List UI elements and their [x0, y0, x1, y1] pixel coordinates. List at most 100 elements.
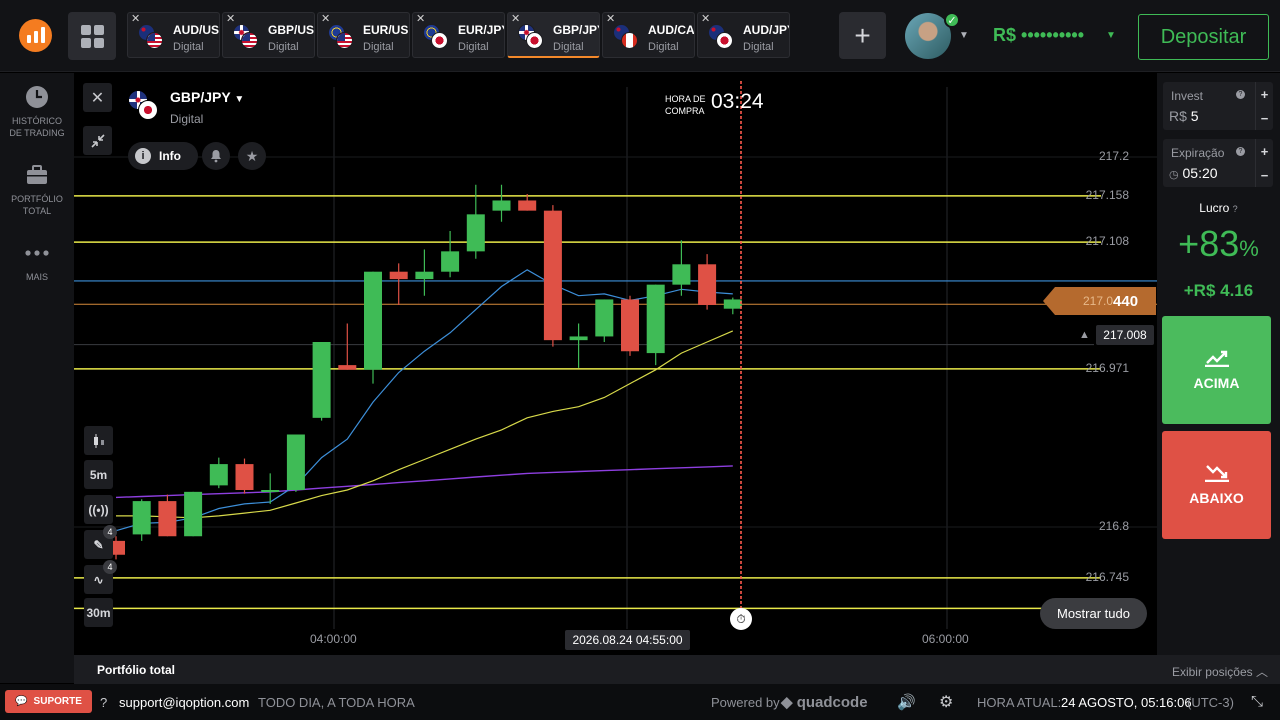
fullscreen-icon[interactable]: ⤡ [1251, 693, 1263, 710]
alert-bell-icon[interactable]: ▲ [1079, 329, 1090, 341]
chat-icon: 💬 [15, 696, 28, 707]
price-axis-label: 217.158 [1085, 187, 1129, 202]
more-icon [25, 241, 49, 265]
timeframe-button[interactable]: 5m [84, 460, 113, 489]
timezone-label: (UTC-3) [1187, 695, 1234, 710]
price-axis-label: 216.8 [1098, 519, 1129, 533]
support-label: SUPORTE [33, 696, 82, 707]
tab-asset-type: Digital [458, 41, 489, 53]
favorite-button[interactable]: ★ [238, 142, 266, 170]
support-email-link[interactable]: support@iqoption.com [119, 695, 249, 710]
expiration-label: Expiração [1171, 146, 1225, 160]
asset-type: Digital [170, 112, 204, 126]
alert-bell-button[interactable] [202, 142, 230, 170]
show-positions-link[interactable]: Exibir posições ︿ [1172, 663, 1268, 680]
sidebar-item-more[interactable]: MAIS [0, 241, 74, 283]
balance-chevron-down-icon[interactable]: ▼ [1106, 30, 1116, 41]
trade-panel: Invest ? R$ 5 + − Expiração ? ◷ 05:20 + … [1157, 73, 1280, 683]
help-icon[interactable]: ? [1233, 204, 1238, 214]
call-up-button[interactable]: ACIMA [1162, 316, 1271, 424]
expiration-input[interactable]: ◷ 05:20 [1169, 165, 1218, 181]
settings-gear-icon[interactable]: ⚙ [939, 692, 953, 712]
expiration-timer-icon[interactable]: ⏱ [730, 608, 752, 630]
sidebar-item-total-portfolio[interactable]: PORTFÓLIO TOTAL [0, 163, 74, 217]
candle-body [543, 210, 562, 341]
help-icon: ? [100, 695, 108, 710]
help-icon[interactable]: ? [1236, 147, 1245, 156]
moving-average-slow [116, 330, 734, 519]
tab-asset-type: Digital [268, 41, 299, 53]
currency-flags-icon [708, 24, 734, 50]
invest-decrease-button[interactable]: − [1255, 106, 1273, 130]
candle-body [595, 299, 614, 337]
bell-icon [211, 150, 221, 163]
chevron-down-icon[interactable]: ▼ [959, 30, 969, 41]
candle-body [209, 464, 228, 486]
info-button[interactable]: i Info [128, 142, 198, 170]
candle-body [698, 264, 717, 305]
add-tab-button[interactable]: + [839, 12, 886, 59]
broadcast-icon: ((•)) [88, 502, 109, 517]
asset-name: GBP/JPY [170, 89, 231, 105]
currency-flags-icon [613, 24, 639, 50]
deposit-button[interactable]: Depositar [1138, 14, 1269, 60]
candle-body [569, 336, 588, 341]
candle-body [235, 464, 254, 490]
invest-field[interactable]: Invest ? R$ 5 + − [1163, 82, 1273, 130]
portfolio-bar[interactable]: Portfólio total Exibir posições ︿ [74, 655, 1280, 684]
indicator-count-badge: 4 [103, 560, 117, 574]
sidebar-item-trading-history[interactable]: HISTÓRICO DE TRADING [0, 85, 74, 139]
put-down-button[interactable]: ABAIXO [1162, 431, 1271, 539]
asset-tab[interactable]: ✕ GBP/JPY Digital [507, 12, 600, 58]
asset-tab[interactable]: ✕EUR/USDDigital [317, 12, 410, 58]
clock-icon [25, 85, 49, 109]
sidebar-item-label: HISTÓRICO [11, 116, 62, 126]
sidebar-item-label: MAIS [25, 272, 48, 282]
tab-asset-name: GBP/USD [268, 23, 315, 37]
chart-interval-button[interactable]: 30m [84, 598, 113, 627]
expiration-increase-button[interactable]: + [1255, 139, 1273, 163]
apps-grid-button[interactable] [68, 12, 116, 60]
invest-increase-button[interactable]: + [1255, 82, 1273, 106]
left-sidebar: HISTÓRICO DE TRADING PORTFÓLIO TOTAL MAI… [0, 73, 74, 683]
show-all-button[interactable]: Mostrar tudo [1040, 598, 1147, 629]
chevron-down-icon: ▼ [234, 94, 245, 105]
pencil-icon: ✎ [93, 537, 104, 552]
candle-body [389, 271, 408, 280]
candles-icon [93, 433, 104, 448]
balance-display[interactable]: R$ •••••••••• [993, 25, 1084, 46]
asset-tab[interactable]: ✕GBP/USDDigital [222, 12, 315, 58]
tab-asset-name: EUR/JPY [458, 23, 505, 37]
collapse-chart-button[interactable] [83, 126, 112, 155]
invest-input[interactable]: R$ 5 [1169, 108, 1199, 124]
chart-area[interactable]: ✕ GBP/JPY ▼ Digital i Info ★ HORA DE COM… [74, 73, 1157, 655]
tab-asset-type: Digital [173, 41, 204, 53]
price-axis-label: 216.745 [1085, 569, 1129, 584]
wave-icon: ∿ [93, 572, 104, 587]
trend-up-icon [1204, 350, 1229, 367]
info-label: Info [159, 149, 181, 163]
asset-tab[interactable]: ✕AUD/CADDigital [602, 12, 695, 58]
asset-tab[interactable]: ✕AUD/USDDigital [127, 12, 220, 58]
logo-icon[interactable] [19, 19, 52, 52]
asset-tab[interactable]: ✕ EUR/JPY Digital [412, 12, 505, 58]
candle-body [723, 299, 742, 309]
powered-by-label: Powered by [711, 695, 780, 710]
help-icon[interactable]: ? [1236, 90, 1245, 99]
tab-asset-type: Digital [553, 41, 584, 53]
support-button[interactable]: 💬 SUPORTE [5, 690, 92, 713]
candle-body [338, 365, 357, 370]
price-chart[interactable] [74, 73, 1157, 655]
moving-average-long [115, 465, 733, 499]
signals-button[interactable]: ((•)) [84, 495, 113, 524]
expiration-field[interactable]: Expiração ? ◷ 05:20 + − [1163, 139, 1273, 187]
sound-icon[interactable]: 🔊 [897, 693, 916, 711]
chart-type-button[interactable] [84, 426, 113, 455]
asset-selector[interactable]: GBP/JPY ▼ [170, 89, 244, 105]
expiration-decrease-button[interactable]: − [1255, 163, 1273, 187]
alert-price-tag[interactable]: 217.008 [1096, 325, 1154, 345]
close-chart-button[interactable]: ✕ [83, 83, 112, 112]
asset-tab[interactable]: ✕ AUD/JPY Digital [697, 12, 790, 58]
sidebar-item-label: DE TRADING [9, 128, 65, 138]
call-up-label: ACIMA [1193, 375, 1240, 391]
